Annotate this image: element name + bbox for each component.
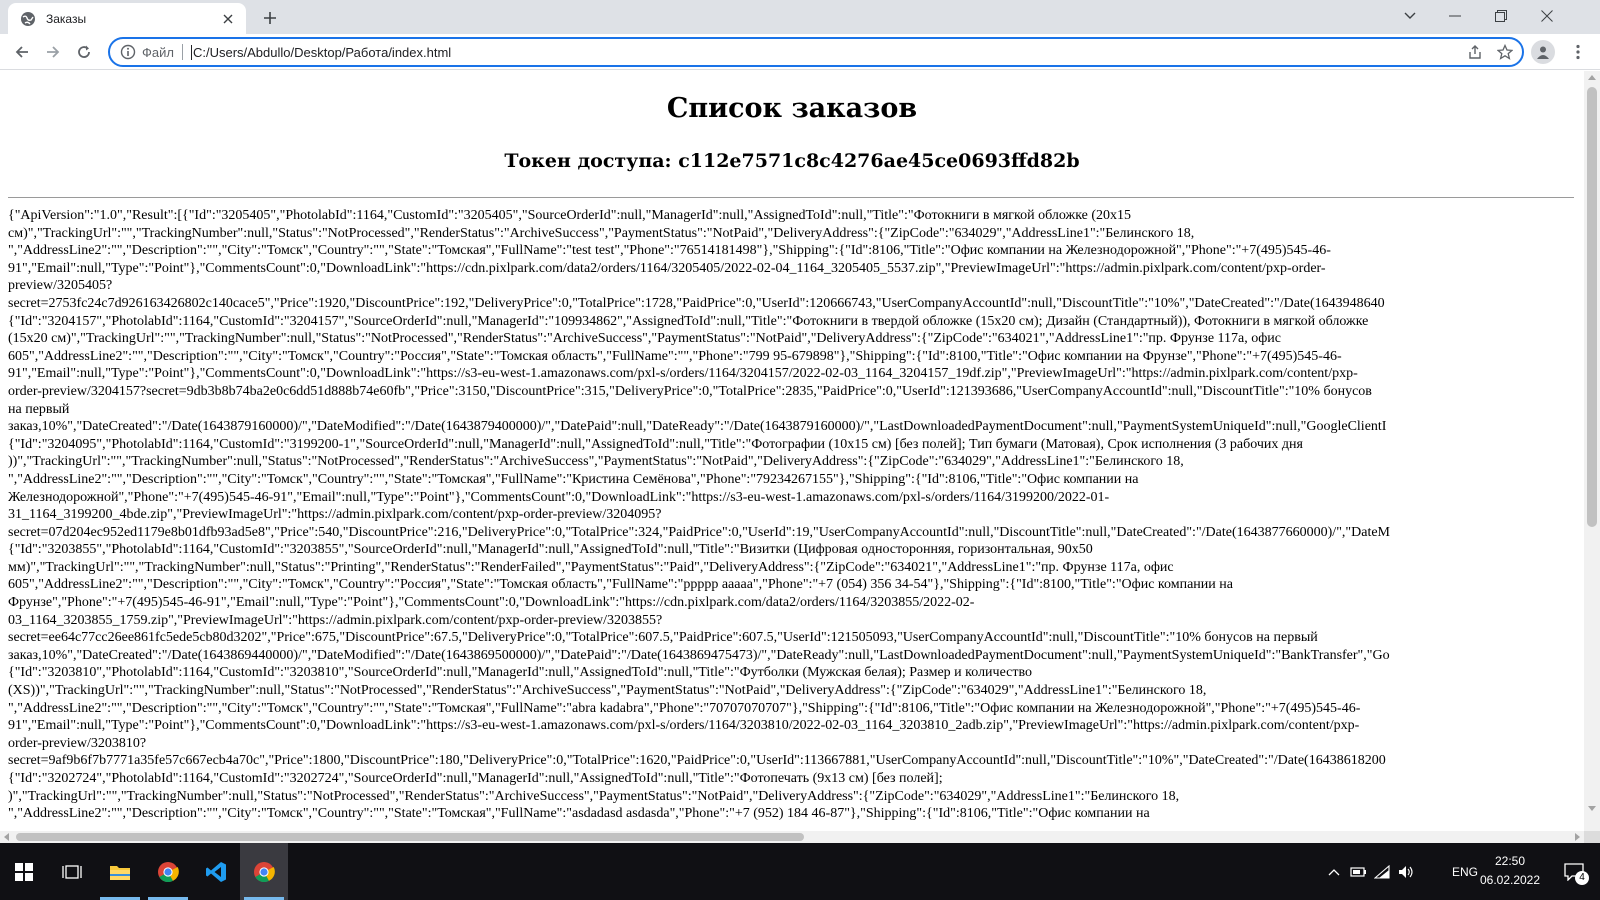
back-arrow-icon[interactable] [9,39,35,65]
vscode-icon[interactable] [192,843,240,900]
scroll-down-arrow-icon[interactable] [1588,806,1596,811]
tab-strip: Заказы [0,0,1600,34]
json-text-line: мм)","TrackingUrl":"","TrackingNumber":n… [8,559,1174,575]
omnibox-divider [181,44,183,60]
json-text-line: ","AddressLine2":"","Description":"","Ci… [8,806,1150,822]
horizontal-scrollbar[interactable] [0,831,1584,843]
page-viewport: Список заказов Токен доступа: c112e7571c… [0,71,1584,831]
orders-json-output: {"ApiVersion":"1.0","Result":[{"Id":"320… [8,207,1584,823]
json-text-line: ","AddressLine2":"","Description":"","Ci… [8,471,1139,487]
json-text-line: 03_1164_3203855_1759.zip","PreviewImageU… [8,612,663,628]
json-text-line: {"Id":"3203810","PhotolabId":1164,"Custo… [8,665,1032,681]
json-text-line: order-preview/3204157?secret=9db3b8b74ba… [8,383,1372,399]
tab-search-chevron-icon[interactable] [1387,0,1433,32]
json-text-line: ))","TrackingUrl":"","TrackingNumber":nu… [8,454,1184,470]
json-text-line: ","AddressLine2":"","Description":"","Ci… [8,243,1331,259]
scrollbar-corner [1584,831,1600,843]
browser-toolbar: Файл C:/Users/Abdullo/Desktop/Работа/ind… [0,34,1600,70]
json-text-line: 605","AddressLine2":"","Description":"",… [8,348,1342,364]
globe-icon [20,11,36,27]
chrome-icon[interactable] [144,843,192,900]
horizontal-scroll-thumb[interactable] [16,833,804,841]
bookmark-star-icon[interactable] [1492,39,1518,65]
clock-date: 06.02.2022 [1479,873,1541,887]
scroll-up-arrow-icon[interactable] [1588,75,1596,80]
kebab-menu-icon[interactable] [1566,40,1590,64]
json-text-line: Фрунзе","Phone":"+7(495)545-46-91","Emai… [8,595,975,611]
tab-title: Заказы [46,11,87,26]
scroll-right-arrow-icon[interactable] [1575,833,1580,841]
volume-icon[interactable] [1394,843,1418,900]
vertical-scroll-thumb[interactable] [1587,87,1597,527]
windows-start-icon[interactable] [0,843,48,900]
json-text-line: {"ApiVersion":"1.0","Result":[{"Id":"320… [8,208,1132,223]
json-text-line: заказ,10%","DateCreated":"/Date(16438694… [8,647,1390,663]
reload-icon[interactable] [71,39,97,65]
json-text-line: (15x20 см)","TrackingUrl":"","TrackingNu… [8,331,1282,347]
task-view-icon[interactable] [48,843,96,900]
battery-icon[interactable] [1346,843,1370,900]
share-icon[interactable] [1462,39,1488,65]
json-text-line: ","AddressLine2":"","Description":"","Ci… [8,700,1361,716]
json-text-line: 91","Email":null,"Type":"Point"},"Commen… [8,718,1360,734]
close-tab-icon[interactable] [220,11,236,27]
json-text-line: (XS))","TrackingUrl":"","TrackingNumber"… [8,683,1207,699]
json-text-line: 91","Email":null,"Type":"Point"},"Commen… [8,260,1326,276]
json-text-line: secret=9af9b6f7b7771a35fe57c667ecb4a70c"… [8,753,1386,769]
address-bar[interactable]: Файл C:/Users/Abdullo/Desktop/Работа/ind… [108,37,1524,67]
profile-avatar-icon[interactable] [1531,40,1555,64]
minimize-button[interactable] [1432,0,1478,32]
new-tab-button[interactable] [259,7,281,29]
json-text-line: secret=ee64c77cc26ee861fc5ede5cb80d3202"… [8,630,1318,646]
json-text-line: secret=07d204ec952ed1179e8b01dfb93ad5e8"… [8,524,1390,540]
chevron-up-icon[interactable] [1322,843,1346,900]
close-window-button[interactable] [1524,0,1570,32]
horizontal-rule [8,197,1574,198]
json-text-line: см)","TrackingUrl":"","TrackingNumber":n… [8,225,1195,241]
json-text-line: 91","Email":null,"Type":"Point"},"Commen… [8,366,1358,382]
tab-orders[interactable]: Заказы [8,3,246,34]
json-text-line: {"Id":"3204157","PhotolabId":1164,"Custo… [8,313,1369,329]
json-text-line: {"Id":"3203855","PhotolabId":1164,"Custo… [8,542,1093,558]
json-text-line: {"Id":"3204095","PhotolabId":1164,"Custo… [8,436,1303,452]
scroll-left-arrow-icon[interactable] [4,833,9,841]
info-icon[interactable] [120,44,136,60]
json-text-line: preview/3205405? [8,278,113,294]
json-text-line: secret=2753fc24c7d926163426802c140cace5"… [8,295,1385,311]
clock-time: 22:50 [1494,854,1526,868]
input-language-indicator[interactable]: ENG [1452,843,1478,900]
wifi-icon[interactable] [1370,843,1394,900]
json-text-line: {"Id":"3202724","PhotolabId":1164,"Custo… [8,771,943,786]
notifications-icon[interactable]: 4 [1556,843,1592,900]
json-text-line: 31_1164_3199200_4bde.zip","PreviewImageU… [8,507,662,523]
file-explorer-icon[interactable] [96,843,144,900]
access-token-heading: Токен доступа: c112e7571c8c4276ae45ce069… [504,150,1080,172]
chrome-active-window-icon[interactable] [240,843,288,900]
vertical-scrollbar[interactable] [1584,71,1600,831]
forward-arrow-icon[interactable] [40,39,66,65]
json-text-line: на первый [8,401,70,417]
url-text[interactable]: C:/Users/Abdullo/Desktop/Работа/index.ht… [190,44,1462,60]
restore-button[interactable] [1478,0,1524,32]
windows-taskbar: ENG 22:50 06.02.2022 4 [0,843,1600,900]
json-text-line: 605","AddressLine2":"","Description":"",… [8,577,1233,593]
system-clock[interactable]: 22:50 06.02.2022 [1478,852,1542,890]
json-text-line: )","TrackingUrl":"","TrackingNumber":nul… [8,788,1180,804]
file-scheme-label: Файл [142,44,174,60]
json-text-line: заказ,10%","DateCreated":"/Date(16438791… [8,419,1387,435]
json-text-line: Железнодорожной","Phone":"+7(495)545-46-… [8,489,1110,505]
json-text-line: order-preview/3203810? [8,735,147,751]
notification-count-badge: 4 [1575,871,1589,885]
page-title: Список заказов [666,93,918,124]
